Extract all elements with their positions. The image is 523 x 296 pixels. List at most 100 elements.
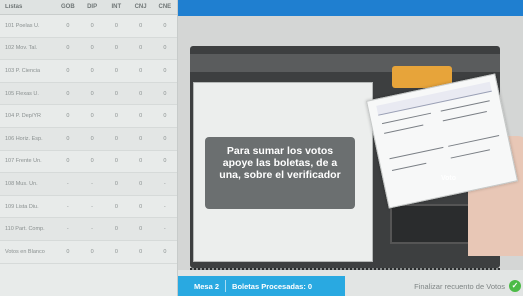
- row-vote-count: -: [163, 203, 166, 210]
- row-vote-count: 0: [139, 180, 143, 187]
- row-vote-count: 0: [114, 45, 118, 52]
- ballot-line: [391, 162, 427, 172]
- header-listas: Listas: [5, 4, 23, 10]
- row-vote-count: -: [91, 226, 94, 233]
- verifier-illustration: Voto Para sumar los votos apoye las bole…: [178, 16, 523, 280]
- table-row: 104 P. Dep/YR 0 0 0 0 0: [0, 105, 177, 128]
- row-vote-count: 0: [114, 113, 118, 120]
- table-row: 110 Part. Comp. - - 0 0 -: [0, 218, 177, 241]
- row-vote-count: 0: [66, 67, 70, 74]
- row-vote-count: 0: [90, 158, 94, 165]
- finalize-label: Finalizar recuento de Votos: [414, 281, 505, 291]
- table-row: Votos en Blanco 0 0 0 0 0: [0, 241, 177, 264]
- row-vote-count: -: [66, 203, 69, 210]
- row-vote-count: 0: [66, 135, 70, 142]
- row-vote-count: -: [163, 180, 166, 187]
- row-list-name: 101 Poelas U.: [5, 22, 40, 29]
- row-vote-count: -: [163, 226, 166, 233]
- header-int: INT: [111, 4, 122, 10]
- row-vote-count: 0: [66, 113, 70, 120]
- row-vote-count: 0: [66, 90, 70, 97]
- tooltip-line-1: Para sumar los votos: [226, 145, 334, 157]
- row-vote-count: 0: [114, 180, 118, 187]
- row-vote-count: 0: [163, 67, 167, 74]
- table-row: 103 P. Ciencia 0 0 0 0 0: [0, 60, 177, 83]
- row-vote-count: 0: [139, 67, 143, 74]
- results-table: Listas GOB DIP INT CNJ CNE 101 Poelas U.…: [0, 0, 178, 296]
- row-vote-count: 0: [163, 90, 167, 97]
- top-bar: [178, 0, 523, 16]
- header-cnj: CNJ: [134, 4, 147, 10]
- row-vote-count: 0: [90, 67, 94, 74]
- row-vote-count: 0: [66, 45, 70, 52]
- mesa-label: Mesa 2: [194, 281, 220, 291]
- status-divider: [225, 280, 227, 292]
- row-vote-count: 0: [139, 158, 143, 165]
- tooltip-line-3: una, sobre el verificador: [219, 169, 341, 181]
- table-header: Listas GOB DIP INT CNJ CNE: [0, 0, 177, 15]
- row-vote-count: 0: [163, 113, 167, 120]
- ballot-line: [384, 124, 424, 134]
- row-list-name: 106 Horiz. Esp.: [5, 135, 43, 142]
- status-bar: Mesa 2 Boletas Procesadas: 0 Finalizar r…: [178, 270, 523, 296]
- row-list-name: 105 Flexas U.: [5, 90, 39, 97]
- table-row: 101 Poelas U. 0 0 0 0 0: [0, 15, 177, 38]
- row-vote-count: 0: [114, 67, 118, 74]
- table-row: 106 Horiz. Esp. 0 0 0 0 0: [0, 127, 177, 151]
- table-row: 109 Lista Diu. - - 0 0 -: [0, 196, 177, 219]
- row-vote-count: 0: [163, 248, 167, 255]
- ballot-line: [381, 112, 432, 125]
- row-vote-count: 0: [163, 135, 167, 142]
- header-cne: CNE: [158, 4, 172, 10]
- ballot-line: [389, 146, 444, 160]
- row-list-name: 108 Mus. Un.: [5, 180, 38, 187]
- row-vote-count: -: [91, 203, 94, 210]
- row-vote-count: 0: [90, 90, 94, 97]
- row-vote-count: 0: [114, 203, 118, 210]
- row-vote-count: 0: [90, 45, 94, 52]
- row-list-name: 109 Lista Diu.: [5, 203, 39, 210]
- row-vote-count: 0: [66, 248, 70, 255]
- row-vote-count: 0: [90, 248, 94, 255]
- row-vote-count: 0: [139, 45, 143, 52]
- ballot-line: [442, 111, 487, 122]
- row-vote-count: 0: [139, 248, 143, 255]
- row-vote-count: 0: [114, 22, 118, 29]
- row-list-name: 110 Part. Comp.: [5, 226, 45, 233]
- table-row: 102 Mov. Tal. 0 0 0 0 0: [0, 37, 177, 61]
- row-vote-count: -: [91, 180, 94, 187]
- row-vote-count: 0: [163, 45, 167, 52]
- row-vote-count: 0: [114, 158, 118, 165]
- device-top-band: [190, 54, 500, 72]
- table-row: 107 Frente Un. 0 0 0 0 0: [0, 151, 177, 174]
- row-vote-count: 0: [90, 22, 94, 29]
- row-vote-count: 0: [114, 248, 118, 255]
- finalize-count-button[interactable]: Finalizar recuento de Votos ✓: [386, 278, 521, 294]
- row-vote-count: 0: [163, 22, 167, 29]
- row-list-name: 107 Frente Un.: [5, 158, 42, 165]
- processed-count: Boletas Procesadas: 0: [232, 281, 313, 291]
- row-vote-count: 0: [139, 226, 143, 233]
- header-dip: DIP: [87, 4, 98, 10]
- ballot-line: [450, 149, 490, 159]
- row-vote-count: -: [66, 226, 69, 233]
- ballot-line: [440, 100, 490, 112]
- table-row: 105 Flexas U. 0 0 0 0 0: [0, 82, 177, 106]
- row-list-name: 104 P. Dep/YR: [5, 113, 41, 120]
- row-vote-count: 0: [139, 135, 143, 142]
- table-row: 108 Mus. Un. - - 0 0 -: [0, 173, 177, 196]
- tooltip-line-2: apoye las boletas, de a: [222, 157, 338, 169]
- row-vote-count: 0: [114, 90, 118, 97]
- row-list-name: Votos en Blanco: [5, 248, 45, 255]
- row-vote-count: 0: [114, 135, 118, 142]
- mesa-status: Mesa 2 Boletas Procesadas: 0: [178, 276, 345, 296]
- row-list-name: 103 P. Ciencia: [5, 67, 41, 74]
- row-vote-count: 0: [66, 22, 70, 29]
- row-vote-count: 0: [90, 135, 94, 142]
- row-vote-count: 0: [139, 90, 143, 97]
- ballot-line: [448, 135, 500, 147]
- row-list-name: 102 Mov. Tal.: [5, 45, 38, 52]
- row-vote-count: -: [66, 180, 69, 187]
- row-vote-count: 0: [163, 158, 167, 165]
- row-vote-count: 0: [139, 113, 143, 120]
